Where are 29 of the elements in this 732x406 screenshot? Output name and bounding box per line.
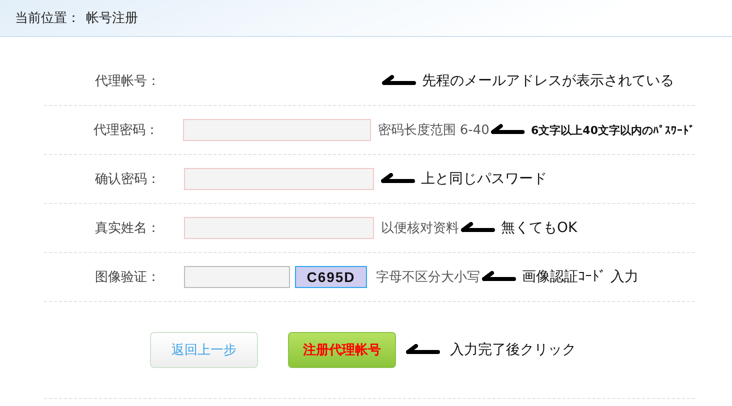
field-hint: 密码长度范围 6-40 bbox=[378, 122, 490, 139]
annotation-note: 先程のメールアドレスが表示されている bbox=[422, 72, 674, 90]
field-label: 代理帐号： bbox=[94, 73, 160, 90]
annotation-note: 無くてもOK bbox=[501, 219, 578, 237]
field-label: 代理密码： bbox=[92, 122, 159, 139]
input-field[interactable] bbox=[184, 168, 374, 190]
annotation-note: 入力完了後クリック bbox=[450, 341, 576, 359]
annotation-note: 6文字以上40文字以内のﾊﾟｽﾜｰﾄﾞ bbox=[531, 122, 695, 138]
field-hint: 字母不区分大小写 bbox=[376, 269, 480, 286]
captcha-field[interactable] bbox=[184, 266, 290, 288]
left-arrow-icon bbox=[482, 271, 516, 283]
input-field[interactable] bbox=[184, 217, 374, 239]
input-field[interactable] bbox=[182, 119, 371, 141]
breadcrumb-label: 当前位置： bbox=[15, 10, 80, 27]
register-button[interactable]: 注册代理帐号 bbox=[288, 332, 396, 368]
left-arrow-icon bbox=[381, 173, 415, 185]
annotation-note: 上と同じパスワード bbox=[421, 170, 547, 188]
field-label: 图像验证： bbox=[94, 269, 160, 286]
left-arrow-icon bbox=[382, 75, 416, 87]
annotation-note: 画像認証ｺｰﾄﾞ 入力 bbox=[522, 268, 638, 286]
left-arrow-icon bbox=[491, 124, 526, 136]
left-arrow-icon bbox=[461, 222, 495, 234]
breadcrumb-current: 帐号注册 bbox=[86, 10, 138, 27]
field-label: 真实姓名： bbox=[94, 220, 160, 237]
captcha-image[interactable]: C695D bbox=[295, 266, 367, 288]
field-label: 确认密码： bbox=[94, 171, 160, 188]
back-button[interactable]: 返回上一步 bbox=[150, 332, 258, 368]
field-hint: 以便核对资料 bbox=[381, 220, 459, 237]
left-arrow-icon bbox=[406, 344, 440, 356]
